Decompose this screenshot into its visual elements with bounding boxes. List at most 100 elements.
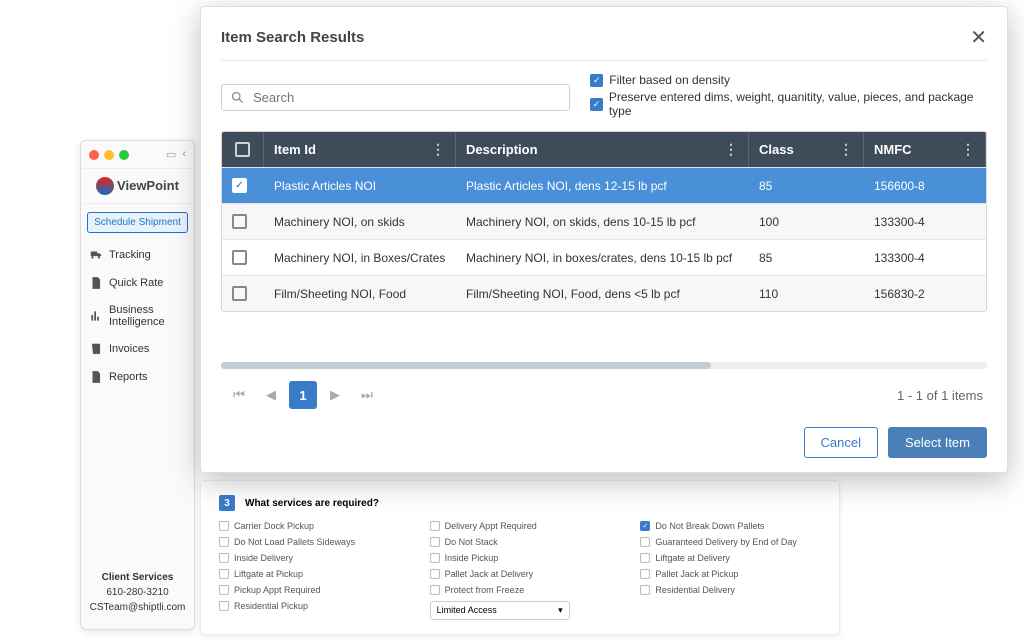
search-input-wrapper[interactable]: [221, 84, 570, 111]
checkbox-icon[interactable]: [640, 553, 650, 563]
table-row[interactable]: Machinery NOI, in Boxes/CratesMachinery …: [222, 239, 986, 275]
checkbox-icon[interactable]: [219, 537, 229, 547]
service-option[interactable]: Delivery Appt Required: [430, 521, 611, 531]
sidebar-item-quick-rate[interactable]: Quick Rate: [81, 269, 194, 297]
header-item-id[interactable]: Item Id⋮: [264, 132, 456, 167]
checkbox-icon[interactable]: [640, 521, 650, 531]
table-row[interactable]: Film/Sheeting NOI, FoodFilm/Sheeting NOI…: [222, 275, 986, 311]
checkbox-checked-icon[interactable]: [590, 74, 603, 87]
service-option[interactable]: Inside Delivery: [219, 553, 400, 563]
minimize-dot[interactable]: [104, 150, 114, 160]
select-item-button[interactable]: Select Item: [888, 427, 987, 458]
pager-first-icon[interactable]: ⏮: [225, 381, 253, 409]
checkbox-icon[interactable]: [235, 142, 250, 157]
checkbox-icon[interactable]: [430, 585, 440, 595]
cell-item-id: Machinery NOI, in Boxes/Crates: [264, 240, 456, 275]
service-option[interactable]: Residential Delivery: [640, 585, 821, 595]
sidebar-item-business-intelligence[interactable]: Business Intelligence: [81, 297, 194, 335]
horizontal-scrollbar[interactable]: [221, 362, 987, 369]
client-services-title: Client Services: [85, 572, 190, 583]
row-checkbox-cell[interactable]: [222, 240, 264, 275]
sidebar-item-label: Reports: [109, 371, 148, 383]
pager-last-icon[interactable]: ⏭: [353, 381, 381, 409]
checkbox-icon[interactable]: [430, 537, 440, 547]
header-class[interactable]: Class ⋮: [749, 132, 864, 167]
close-dot[interactable]: [89, 150, 99, 160]
cell-description: Film/Sheeting NOI, Food, dens <5 lb pcf: [456, 276, 749, 311]
schedule-shipment-button[interactable]: Schedule Shipment: [87, 212, 188, 233]
checkbox-icon[interactable]: [232, 214, 247, 229]
cancel-button[interactable]: Cancel: [804, 427, 878, 458]
header-nmfc[interactable]: NMFC⋮: [864, 132, 986, 167]
limited-access-select[interactable]: Limited Access▾: [430, 601, 570, 620]
scrollbar-thumb[interactable]: [221, 362, 711, 369]
sidebar-item-tracking[interactable]: Tracking: [81, 241, 194, 269]
chevron-down-icon: ▾: [558, 605, 563, 616]
service-option[interactable]: Liftgate at Delivery: [640, 553, 821, 563]
panel-icon[interactable]: ▭: [166, 148, 176, 161]
column-menu-icon[interactable]: ⋮: [431, 141, 445, 158]
checkbox-icon[interactable]: [219, 569, 229, 579]
service-label: Residential Pickup: [234, 601, 308, 611]
pager-next-icon[interactable]: ▶: [321, 381, 349, 409]
service-option[interactable]: Liftgate at Pickup: [219, 569, 400, 579]
service-option[interactable]: Do Not Break Down Pallets: [640, 521, 821, 531]
checkbox-icon[interactable]: [430, 553, 440, 563]
row-checkbox-cell[interactable]: [222, 276, 264, 311]
sidebar-item-label: Business Intelligence: [109, 304, 186, 328]
service-label: Inside Delivery: [234, 553, 293, 563]
checkbox-checked-icon[interactable]: [590, 98, 603, 111]
service-option[interactable]: Carrier Dock Pickup: [219, 521, 400, 531]
checkbox-icon[interactable]: [219, 585, 229, 595]
checkbox-icon[interactable]: [232, 250, 247, 265]
header-checkbox-cell[interactable]: [222, 132, 264, 167]
column-menu-icon[interactable]: ⋮: [961, 141, 975, 158]
service-label: Delivery Appt Required: [445, 521, 537, 531]
sidebar-item-invoices[interactable]: Invoices: [81, 335, 194, 363]
service-option[interactable]: Protect from Freeze: [430, 585, 611, 595]
pager-prev-icon[interactable]: ◀: [257, 381, 285, 409]
checkbox-icon[interactable]: [219, 553, 229, 563]
back-icon[interactable]: ‹: [182, 148, 186, 161]
column-menu-icon[interactable]: ⋮: [839, 141, 853, 158]
checkbox-icon[interactable]: [430, 521, 440, 531]
table-row[interactable]: Plastic Articles NOIPlastic Articles NOI…: [222, 167, 986, 203]
checkbox-icon[interactable]: [232, 178, 247, 193]
column-menu-icon[interactable]: ⋮: [724, 141, 738, 158]
service-option[interactable]: Inside Pickup: [430, 553, 611, 563]
header-label: Class: [759, 142, 794, 157]
service-option[interactable]: Do Not Stack: [430, 537, 611, 547]
form-header: 3 What services are required?: [219, 495, 821, 511]
checkbox-icon[interactable]: [640, 585, 650, 595]
service-label: Pallet Jack at Delivery: [445, 569, 534, 579]
logo-swirl-icon: [96, 177, 114, 195]
invoice-icon: [89, 342, 103, 356]
table-row[interactable]: Machinery NOI, on skidsMachinery NOI, on…: [222, 203, 986, 239]
checkbox-icon[interactable]: [430, 569, 440, 579]
close-icon[interactable]: ✕: [970, 25, 987, 50]
row-checkbox-cell[interactable]: [222, 168, 264, 203]
pager-current[interactable]: 1: [289, 381, 317, 409]
service-option[interactable]: Pallet Jack at Pickup: [640, 569, 821, 579]
form-title: What services are required?: [245, 498, 379, 509]
pager-info: 1 - 1 of 1 items: [897, 388, 983, 403]
checkbox-icon[interactable]: [232, 286, 247, 301]
service-option[interactable]: Do Not Load Pallets Sideways: [219, 537, 400, 547]
checkbox-icon[interactable]: [640, 569, 650, 579]
header-description[interactable]: Description⋮: [456, 132, 749, 167]
checkbox-icon[interactable]: [640, 537, 650, 547]
checkbox-icon[interactable]: [219, 521, 229, 531]
search-input[interactable]: [253, 90, 561, 105]
service-option[interactable]: Residential Pickup: [219, 601, 400, 611]
service-option[interactable]: Pallet Jack at Delivery: [430, 569, 611, 579]
cell-description: Machinery NOI, in boxes/crates, dens 10-…: [456, 240, 749, 275]
service-option[interactable]: Guaranteed Delivery by End of Day: [640, 537, 821, 547]
checkbox-icon[interactable]: [219, 601, 229, 611]
filter-preserve[interactable]: Preserve entered dims, weight, quanitity…: [590, 90, 987, 118]
filter-density[interactable]: Filter based on density: [590, 73, 987, 87]
maximize-dot[interactable]: [119, 150, 129, 160]
service-option[interactable]: Pickup Appt Required: [219, 585, 400, 595]
row-checkbox-cell[interactable]: [222, 204, 264, 239]
cell-class: 100: [749, 204, 864, 239]
sidebar-item-reports[interactable]: Reports: [81, 363, 194, 391]
